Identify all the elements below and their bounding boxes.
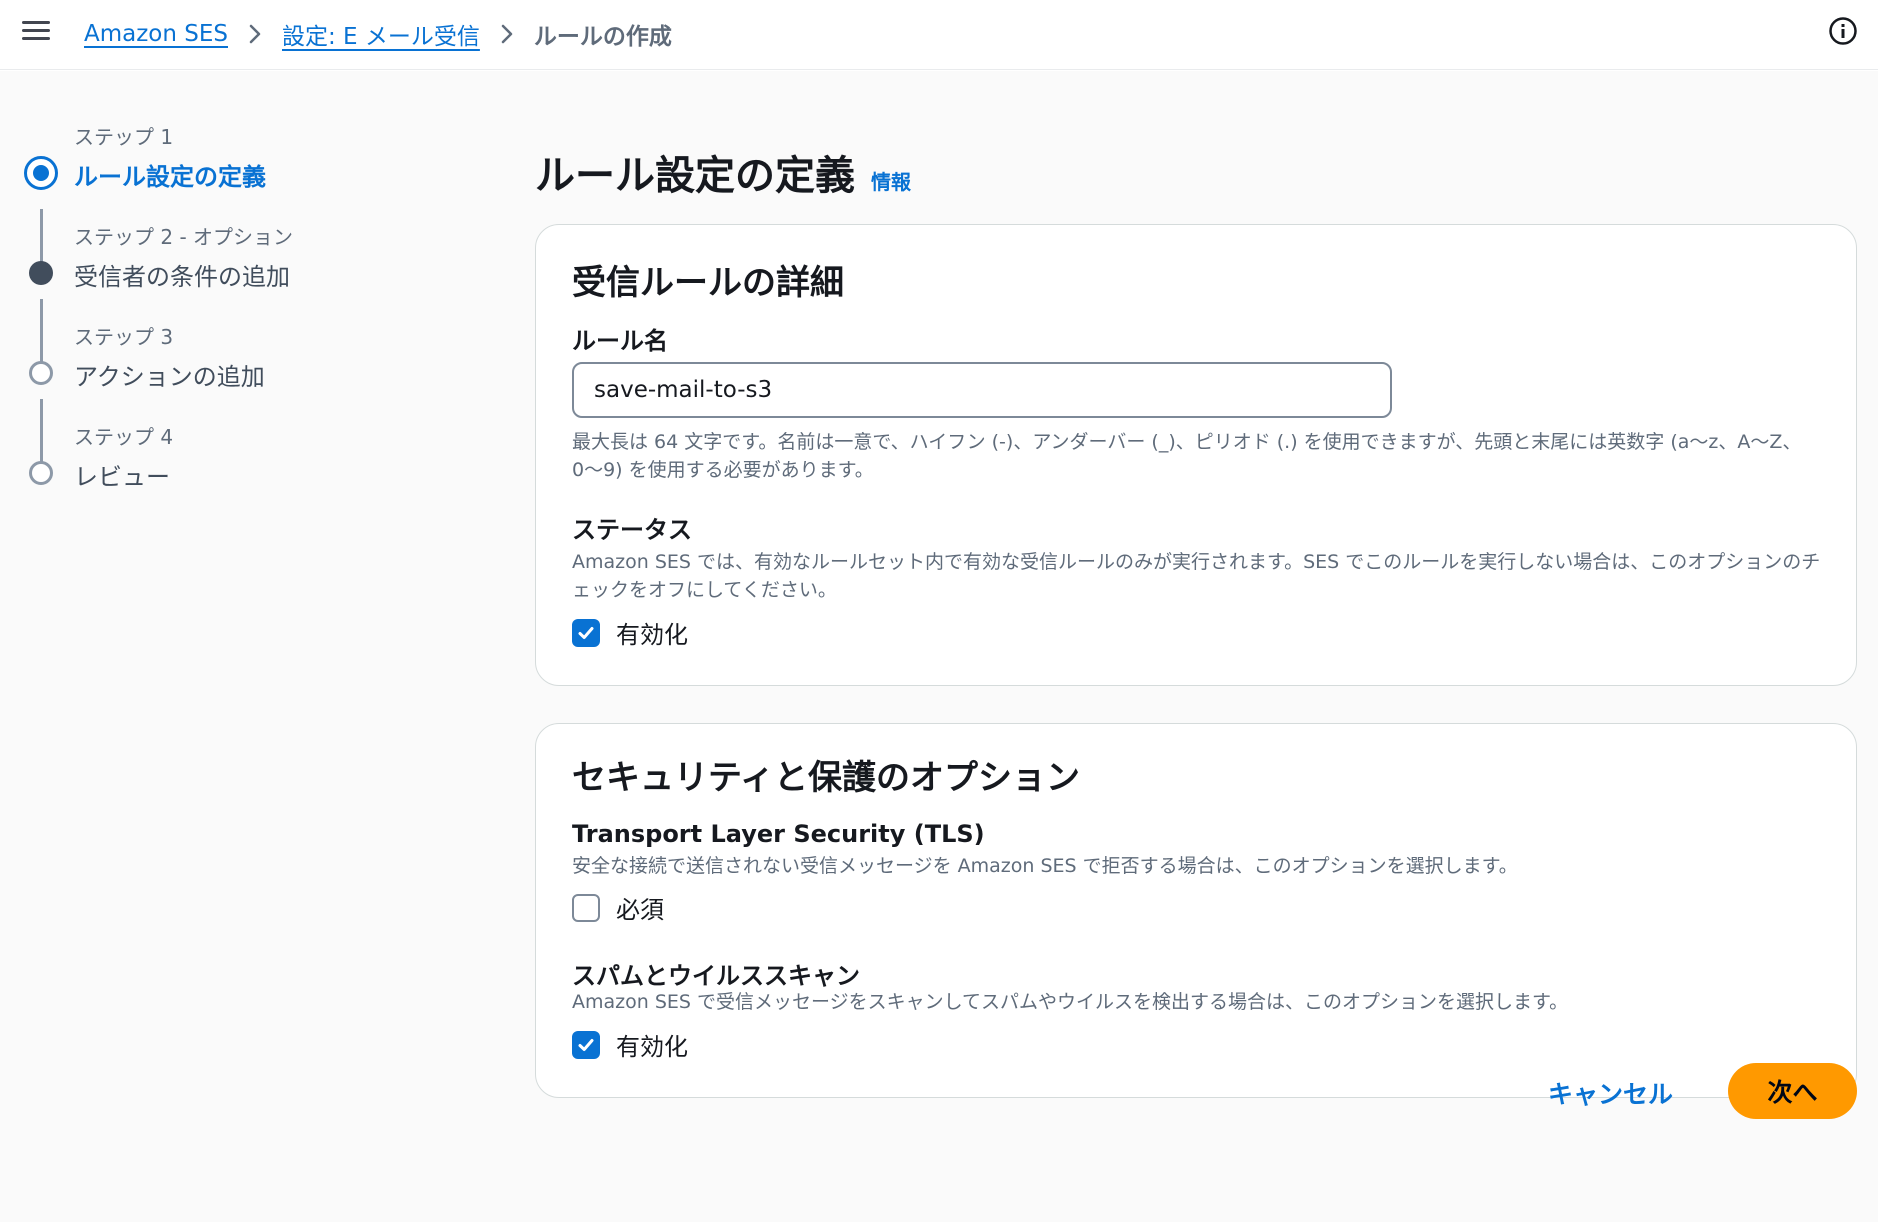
step-caption: ステップ 3 (74, 325, 174, 349)
step-indicator (29, 461, 53, 485)
wizard-step-2[interactable]: ステップ 2 - オプション 受信者の条件の追加 (0, 221, 400, 301)
page-header: ルール設定の定義 情報 (535, 143, 911, 201)
tls-label: Transport Layer Security (TLS) (572, 820, 985, 848)
menu-icon[interactable] (22, 18, 50, 42)
step-active-indicator (24, 156, 58, 190)
info-icon[interactable] (1828, 16, 1858, 46)
step-indicator (29, 361, 53, 385)
cancel-button[interactable]: キャンセル (1530, 1067, 1691, 1119)
tls-required-checkbox[interactable]: 必須 (572, 890, 664, 925)
step-indicator (29, 261, 53, 285)
card-title: 受信ルールの詳細 (572, 263, 844, 303)
spam-scan-description: Amazon SES で受信メッセージをスキャンしてスパムやウイルスを検出する場… (572, 991, 1569, 1013)
rule-name-label: ルール名 (572, 327, 668, 355)
security-options-card: セキュリティと保護のオプション Transport Layer Security… (535, 723, 1857, 1098)
step-label: 受信者の条件の追加 (74, 263, 290, 291)
checkbox-checked-icon[interactable] (572, 618, 600, 647)
rule-details-card: 受信ルールの詳細 ルール名 最大長は 64 文字です。名前は一意で、ハイフン (… (535, 224, 1857, 686)
rule-name-input[interactable] (572, 362, 1392, 418)
chevron-right-icon (248, 23, 262, 45)
checkbox-unchecked-icon[interactable] (572, 893, 600, 922)
status-enable-checkbox[interactable]: 有効化 (572, 615, 688, 650)
main-area: ステップ 1 ルール設定の定義 ステップ 2 - オプション 受信者の条件の追加… (0, 71, 1878, 1222)
step-caption: ステップ 2 - オプション (74, 225, 294, 249)
top-bar: Amazon SES 設定: E メール受信 ルールの作成 (0, 0, 1878, 70)
breadcrumb-amazon-ses[interactable]: Amazon SES (84, 21, 228, 47)
breadcrumb-current: ルールの作成 (533, 24, 672, 50)
checkbox-label: 有効化 (616, 621, 688, 649)
card-title: セキュリティと保護のオプション (572, 758, 1080, 798)
wizard-step-3[interactable]: ステップ 3 アクションの追加 (0, 321, 400, 401)
step-label: ルール設定の定義 (74, 163, 266, 191)
checkbox-label: 有効化 (616, 1033, 688, 1061)
wizard-step-4[interactable]: ステップ 4 レビュー (0, 421, 400, 501)
spam-scan-enable-checkbox[interactable]: 有効化 (572, 1027, 688, 1062)
step-label: レビュー (74, 463, 170, 491)
breadcrumb-email-receiving[interactable]: 設定: E メール受信 (282, 17, 480, 51)
checkbox-label: 必須 (616, 896, 664, 924)
page-title: ルール設定の定義 (535, 153, 855, 199)
step-label: アクションの追加 (74, 363, 265, 391)
spam-scan-label: スパムとウイルススキャン (572, 962, 860, 990)
status-label: ステータス (572, 516, 692, 544)
wizard-step-1[interactable]: ステップ 1 ルール設定の定義 (0, 121, 400, 201)
next-button[interactable]: 次へ (1728, 1063, 1857, 1119)
step-caption: ステップ 4 (74, 425, 174, 449)
info-link[interactable]: 情報 (871, 166, 911, 195)
checkbox-checked-icon[interactable] (572, 1030, 600, 1059)
status-description: Amazon SES では、有効なルールセット内で有効な受信ルールのみが実行され… (572, 551, 1821, 601)
breadcrumb: Amazon SES 設定: E メール受信 ルールの作成 (84, 16, 672, 52)
step-caption: ステップ 1 (74, 125, 174, 149)
tls-description: 安全な接続で送信されない受信メッセージを Amazon SES で拒否する場合は… (572, 855, 1518, 877)
rule-name-hint: 最大長は 64 文字です。名前は一意で、ハイフン (-)、アンダーバー (_)、… (572, 431, 1802, 481)
chevron-right-icon (500, 23, 514, 45)
